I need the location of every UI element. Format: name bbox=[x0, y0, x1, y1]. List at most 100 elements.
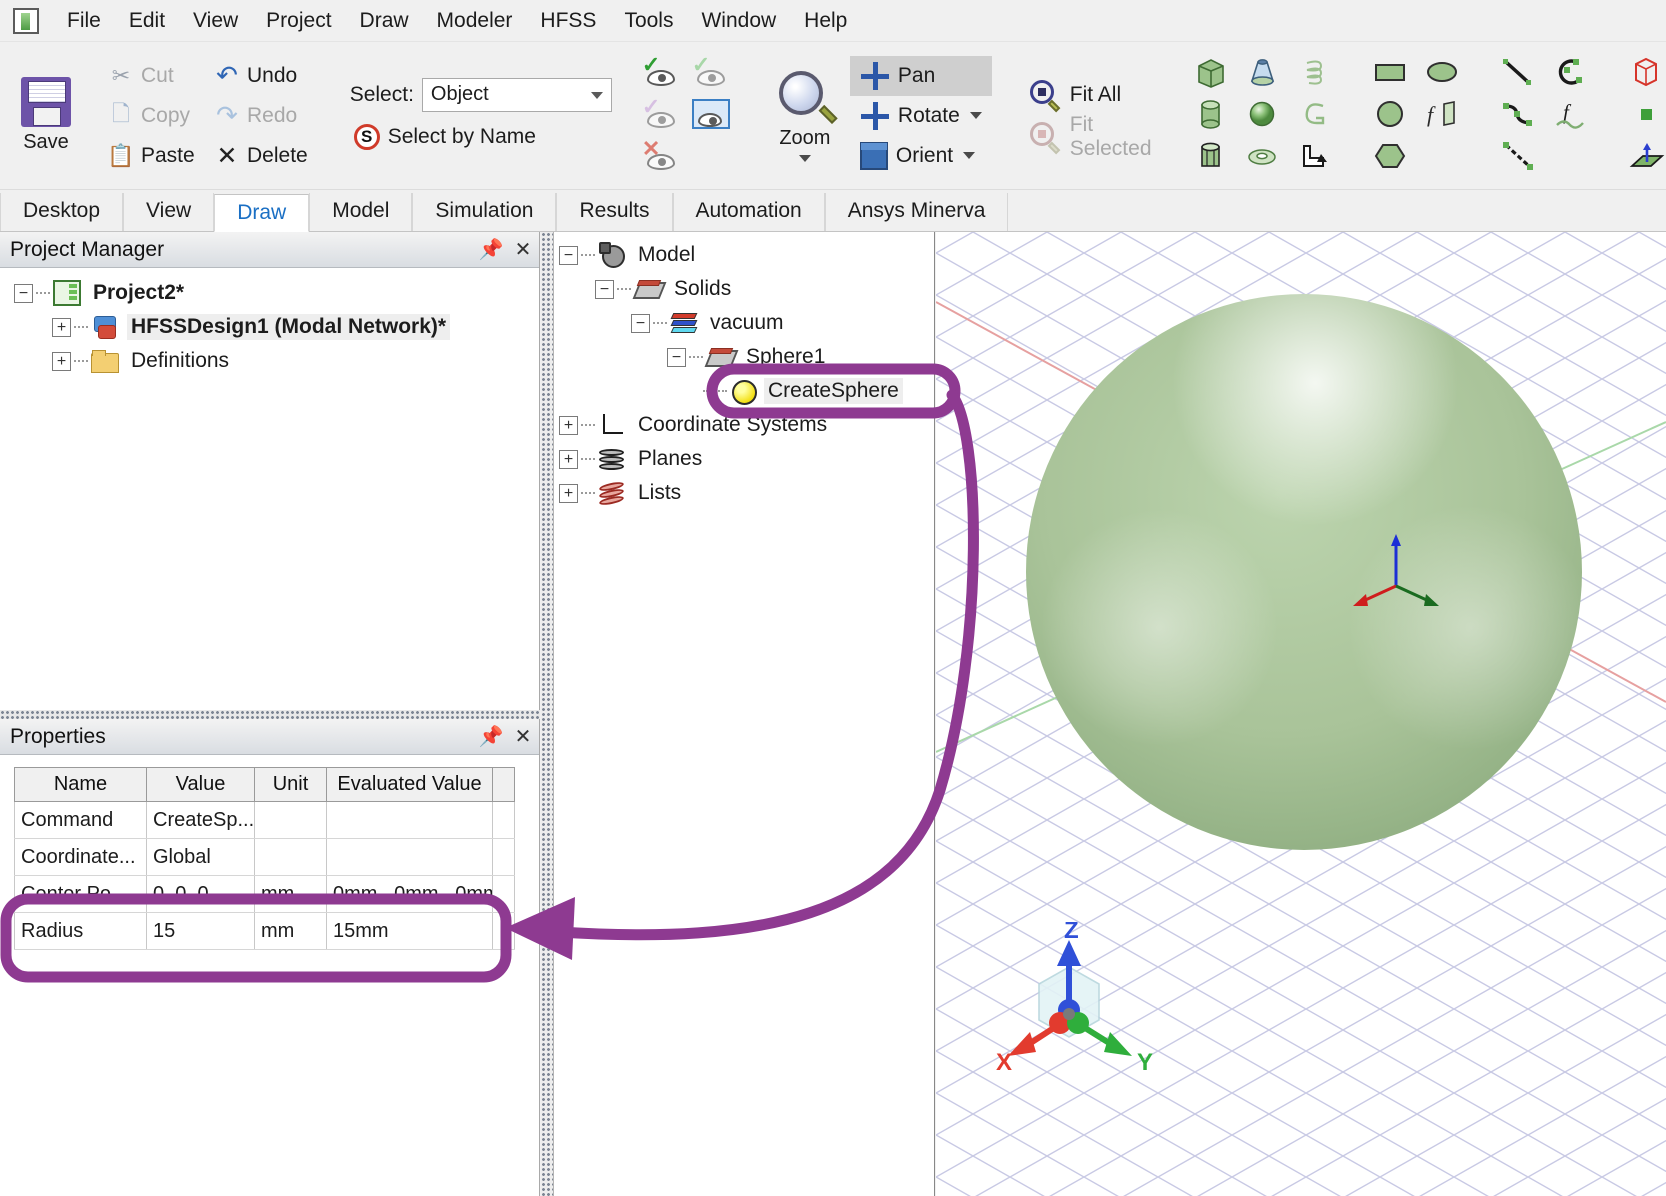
prop-unit[interactable]: mm bbox=[254, 912, 327, 950]
screen-eye-icon[interactable] bbox=[691, 98, 730, 129]
tab-draw[interactable]: Draw bbox=[214, 194, 310, 232]
prop-unit[interactable] bbox=[254, 801, 327, 839]
equation-curve-icon[interactable]: f bbox=[1550, 97, 1590, 131]
box-icon[interactable] bbox=[1190, 55, 1230, 89]
expander-minus-icon[interactable]: − bbox=[631, 313, 650, 333]
save-button[interactable]: Save bbox=[8, 56, 84, 176]
menu-hfss[interactable]: HFSS bbox=[526, 7, 610, 35]
column-header-name[interactable]: Name bbox=[14, 767, 147, 802]
expander-minus-icon[interactable]: − bbox=[14, 283, 33, 303]
expander-plus-icon[interactable]: + bbox=[559, 483, 578, 503]
tree-item-createsphere[interactable]: CreateSphere bbox=[555, 374, 934, 408]
menu-draw[interactable]: Draw bbox=[346, 7, 423, 35]
sweep-icon[interactable] bbox=[1294, 139, 1334, 173]
column-header-unit[interactable]: Unit bbox=[254, 767, 327, 802]
column-header-value[interactable]: Value bbox=[146, 767, 255, 802]
regular-polyhedron-icon[interactable] bbox=[1190, 139, 1230, 173]
expander-minus-icon[interactable]: − bbox=[559, 245, 578, 265]
bondwire-icon[interactable] bbox=[1294, 97, 1334, 131]
expander-minus-icon[interactable]: − bbox=[595, 279, 614, 299]
pin-icon[interactable]: 📌 bbox=[475, 722, 507, 752]
select-mode-dropdown[interactable]: Object bbox=[421, 77, 612, 112]
fit-selected-button[interactable]: Fit Selected bbox=[1022, 113, 1160, 160]
menu-file[interactable]: File bbox=[53, 7, 115, 35]
close-icon[interactable]: ✕ bbox=[507, 235, 539, 265]
chevron-down-icon[interactable] bbox=[798, 155, 811, 162]
arc-icon[interactable] bbox=[1550, 55, 1590, 89]
rectangle-icon[interactable] bbox=[1370, 55, 1410, 89]
menu-window[interactable]: Window bbox=[687, 7, 790, 35]
prop-value[interactable]: Global bbox=[146, 838, 255, 876]
prop-unit[interactable] bbox=[254, 838, 327, 876]
menu-help[interactable]: Help bbox=[790, 7, 861, 35]
equation-surface-icon[interactable]: f bbox=[1422, 97, 1462, 131]
tree-item-lists[interactable]: + Lists bbox=[555, 476, 934, 510]
tree-item-solids[interactable]: − Solids bbox=[555, 272, 934, 306]
tab-ansys-minerva[interactable]: Ansys Minerva bbox=[824, 193, 1009, 231]
paste-button[interactable]: 📋 Paste bbox=[100, 138, 206, 174]
sphere1-solid[interactable] bbox=[1026, 294, 1582, 850]
zoom-button[interactable]: Zoom bbox=[760, 51, 850, 181]
tree-item-project2[interactable]: − Project2* bbox=[0, 276, 539, 310]
show-all-eye-icon[interactable]: ✓ bbox=[641, 53, 681, 87]
expander-plus-icon[interactable]: + bbox=[52, 317, 71, 337]
undo-button[interactable]: ↶ Undo bbox=[206, 58, 312, 94]
expander-minus-icon[interactable]: − bbox=[667, 347, 686, 367]
table-row[interactable]: Command CreateSp... bbox=[14, 801, 515, 839]
show-selected-eye-icon[interactable]: ✓ bbox=[691, 53, 731, 87]
rotate-button[interactable]: Rotate bbox=[850, 96, 992, 136]
tree-item-coordinate-systems[interactable]: + Coordinate Systems bbox=[555, 408, 934, 442]
menu-tools[interactable]: Tools bbox=[610, 7, 687, 35]
prop-value[interactable]: 15 bbox=[146, 912, 255, 950]
menu-edit[interactable]: Edit bbox=[115, 7, 179, 35]
pan-button[interactable]: Pan bbox=[849, 55, 992, 96]
tree-item-definitions[interactable]: + Definitions bbox=[0, 344, 539, 378]
polyline-icon[interactable] bbox=[1498, 139, 1538, 173]
tab-desktop[interactable]: Desktop bbox=[0, 193, 124, 231]
cylinder-icon[interactable] bbox=[1190, 97, 1230, 131]
tree-item-sphere1[interactable]: − Sphere1 bbox=[555, 340, 934, 374]
menu-view[interactable]: View bbox=[179, 7, 252, 35]
tab-simulation[interactable]: Simulation bbox=[412, 193, 557, 231]
region-icon[interactable] bbox=[1626, 55, 1666, 89]
tab-view[interactable]: View bbox=[123, 193, 215, 231]
menu-modeler[interactable]: Modeler bbox=[423, 7, 527, 35]
column-header-evaluated[interactable]: Evaluated Value bbox=[326, 767, 493, 802]
table-row[interactable]: Coordinate... Global bbox=[14, 838, 515, 876]
tree-item-model[interactable]: − Model bbox=[555, 238, 934, 272]
copy-button[interactable]: 🗋 Copy bbox=[100, 98, 206, 134]
plane-icon[interactable] bbox=[1626, 139, 1666, 173]
tree-item-vacuum[interactable]: − vacuum bbox=[555, 306, 934, 340]
helix-icon[interactable] bbox=[1294, 55, 1334, 89]
point-icon[interactable] bbox=[1626, 97, 1666, 131]
tab-results[interactable]: Results bbox=[556, 193, 673, 231]
table-row[interactable]: Center Po... 0 ,0 ,0 mm 0mm , 0mm , 0mm bbox=[14, 875, 515, 913]
menu-project[interactable]: Project bbox=[252, 7, 345, 35]
hide-selected-eye-icon[interactable]: ✕ bbox=[641, 137, 681, 171]
pin-icon[interactable]: 📌 bbox=[475, 235, 507, 265]
panel-dock-grip[interactable] bbox=[541, 232, 554, 1196]
close-icon[interactable]: ✕ bbox=[507, 722, 539, 752]
tab-automation[interactable]: Automation bbox=[672, 193, 825, 231]
torus-icon[interactable] bbox=[1242, 139, 1282, 173]
prop-value[interactable]: 0 ,0 ,0 bbox=[146, 875, 255, 913]
orient-button[interactable]: Orient bbox=[850, 136, 992, 176]
hide-all-eye-icon[interactable]: ✓ bbox=[641, 95, 681, 129]
cut-button[interactable]: ✂ Cut bbox=[100, 58, 206, 94]
prop-unit[interactable]: mm bbox=[254, 875, 327, 913]
panel-resize-grip[interactable] bbox=[0, 710, 540, 719]
column-header-blank[interactable] bbox=[492, 767, 515, 802]
cone-icon[interactable] bbox=[1242, 55, 1282, 89]
prop-value[interactable]: CreateSp... bbox=[146, 801, 255, 839]
sphere-icon[interactable] bbox=[1242, 97, 1282, 131]
circle-icon[interactable] bbox=[1370, 97, 1410, 131]
line-icon[interactable] bbox=[1498, 55, 1538, 89]
tree-item-planes[interactable]: + Planes bbox=[555, 442, 934, 476]
modeler-3d-viewport[interactable]: Z X Y 0 bbox=[936, 232, 1666, 1196]
regular-polygon-icon[interactable] bbox=[1370, 139, 1410, 173]
chevron-down-icon[interactable] bbox=[963, 152, 976, 159]
table-row[interactable]: Radius 15 mm 15mm bbox=[14, 912, 515, 950]
expander-plus-icon[interactable]: + bbox=[559, 415, 578, 435]
tab-model[interactable]: Model bbox=[309, 193, 413, 231]
delete-button[interactable]: ✕ Delete bbox=[206, 138, 316, 174]
